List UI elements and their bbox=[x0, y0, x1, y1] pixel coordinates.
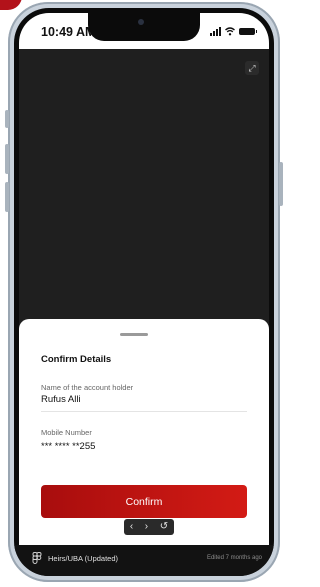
status-bar: 10:49 AM bbox=[19, 13, 269, 49]
screen-frame: 10:49 AM ⤢ Confirm Details Name of the a… bbox=[14, 8, 274, 576]
phone-frame: 10:49 AM ⤢ Confirm Details Name of the a… bbox=[5, 2, 283, 582]
figma-icon bbox=[32, 552, 42, 564]
mobile-number-label: Mobile Number bbox=[41, 428, 92, 437]
notch bbox=[88, 13, 200, 41]
volume-down-button bbox=[5, 182, 9, 212]
mute-switch bbox=[5, 110, 9, 128]
confirm-button[interactable]: Confirm bbox=[41, 485, 247, 518]
restart-icon[interactable]: ↺ bbox=[160, 522, 168, 532]
previous-icon[interactable]: ‹ bbox=[130, 522, 133, 532]
mobile-number-value: *** **** **255 bbox=[41, 441, 96, 452]
account-holder-value: Rufus Alli bbox=[41, 394, 81, 405]
corner-badge bbox=[0, 0, 22, 10]
file-title: Heirs/UBA (Updated) bbox=[48, 554, 119, 563]
prototype-footer: Heirs/UBA (Updated) Edited 7 months ago bbox=[14, 545, 274, 576]
expand-icon[interactable]: ⤢ bbox=[245, 61, 259, 75]
volume-up-button bbox=[5, 144, 9, 174]
divider bbox=[41, 411, 247, 412]
sheet-grabber[interactable] bbox=[120, 333, 148, 336]
edited-timestamp: Edited 7 months ago bbox=[206, 555, 262, 561]
next-icon[interactable]: › bbox=[145, 522, 148, 532]
status-icons bbox=[210, 27, 257, 36]
sheet-title: Confirm Details bbox=[41, 354, 112, 365]
power-button bbox=[279, 162, 283, 206]
signal-icon bbox=[210, 27, 221, 36]
wifi-icon bbox=[225, 27, 235, 36]
battery-icon bbox=[239, 28, 257, 35]
camera-icon bbox=[138, 19, 144, 25]
confirm-details-sheet: Confirm Details Name of the account hold… bbox=[19, 319, 269, 545]
prototype-nav-controls: ‹ › ↺ bbox=[124, 519, 174, 535]
account-holder-label: Name of the account holder bbox=[41, 383, 134, 392]
screen: 10:49 AM ⤢ Confirm Details Name of the a… bbox=[19, 13, 269, 545]
